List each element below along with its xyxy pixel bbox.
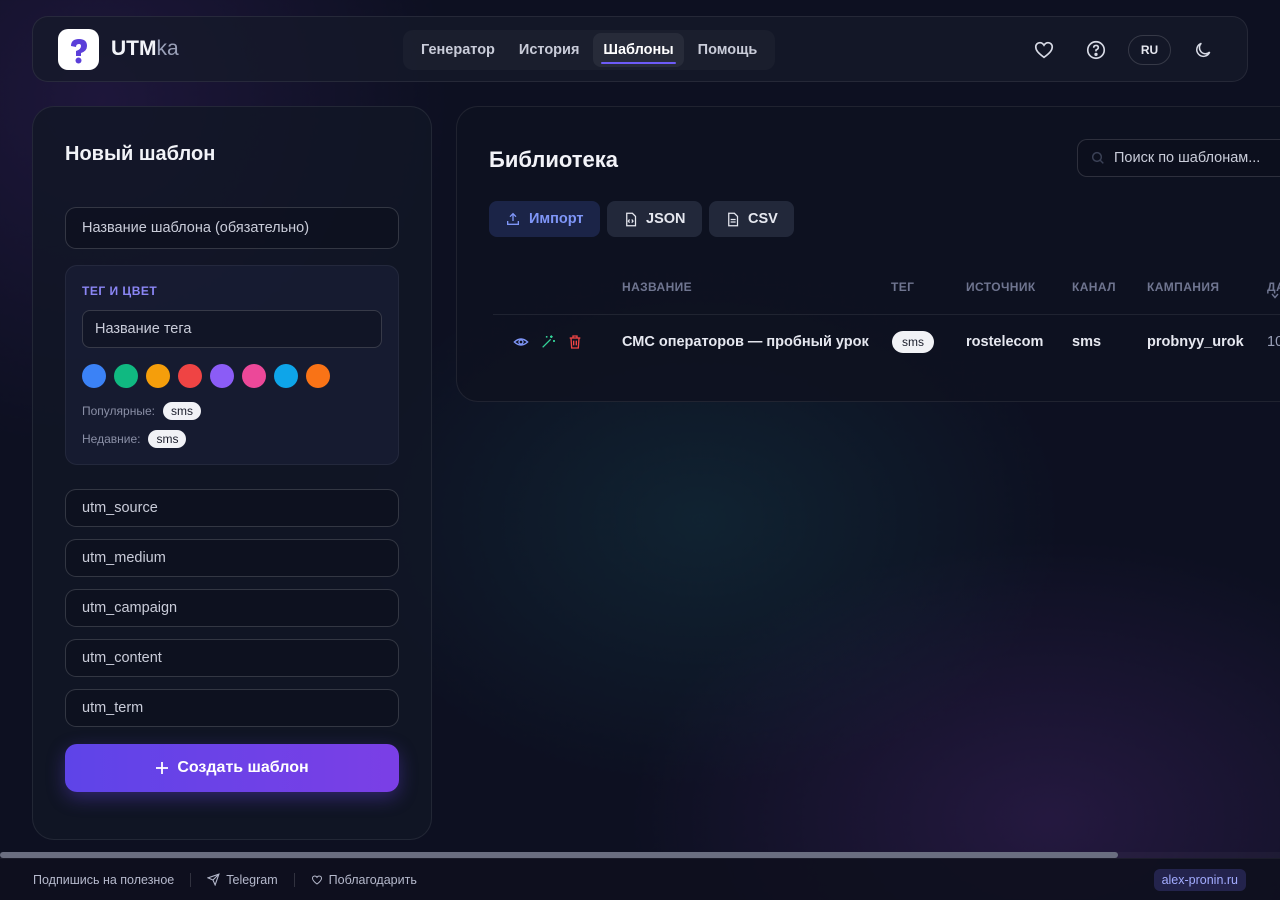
- app-name: UTMka: [111, 37, 179, 60]
- color-swatch-amber[interactable]: [146, 364, 170, 388]
- color-swatch-orange[interactable]: [306, 364, 330, 388]
- color-swatch-blue[interactable]: [82, 364, 106, 388]
- language-switch[interactable]: RU: [1128, 35, 1171, 65]
- color-swatch-violet[interactable]: [210, 364, 234, 388]
- column-header-channel[interactable]: КАНАЛ: [1072, 280, 1116, 294]
- utm-source-input[interactable]: utm_source: [65, 489, 399, 527]
- file-spreadsheet-icon: [728, 212, 739, 226]
- color-swatch-green[interactable]: [114, 364, 138, 388]
- utm-term-input[interactable]: utm_term: [65, 689, 399, 727]
- telegram-link[interactable]: Telegram: [207, 873, 278, 887]
- popular-tag-chip[interactable]: sms: [162, 402, 201, 420]
- color-swatch-sky[interactable]: [274, 364, 298, 388]
- nav-help[interactable]: Помощь: [688, 33, 768, 67]
- tag-section-heading: ТЕГ И ЦВЕТ: [82, 284, 158, 298]
- export-json-button[interactable]: JSON: [607, 201, 702, 237]
- column-header-tag[interactable]: ТЕГ: [891, 280, 914, 294]
- utm-content-input[interactable]: utm_content: [65, 639, 399, 677]
- color-swatch-red[interactable]: [178, 364, 202, 388]
- popular-tags-label: Популярные:: [82, 404, 155, 418]
- magic-wand-icon[interactable]: [540, 334, 556, 350]
- template-search-input[interactable]: Поиск по шаблонам...: [1077, 139, 1280, 177]
- create-template-button[interactable]: Создать шаблон: [65, 744, 399, 792]
- import-button[interactable]: Импорт: [489, 201, 600, 237]
- tag-name-input[interactable]: Название тега: [82, 310, 382, 348]
- thanks-link[interactable]: Поблагодарить: [311, 873, 417, 887]
- theme-toggle[interactable]: [1191, 38, 1215, 62]
- author-site-link[interactable]: alex-pronin.ru: [1153, 869, 1246, 891]
- new-template-panel: Новый шаблон Название шаблона (обязатель…: [32, 106, 432, 840]
- utm-medium-input[interactable]: utm_medium: [65, 539, 399, 577]
- column-header-source[interactable]: ИСТОЧНИК: [966, 280, 1036, 294]
- heart-icon: [1034, 41, 1054, 59]
- eye-icon[interactable]: [513, 334, 529, 350]
- row-source: rostelecom: [966, 334, 1044, 350]
- trash-icon[interactable]: [567, 334, 583, 350]
- new-template-title: Новый шаблон: [65, 143, 216, 165]
- nav-generator[interactable]: Генератор: [411, 33, 505, 67]
- template-name-input[interactable]: Название шаблона (обязательно): [65, 207, 399, 249]
- logo[interactable]: [58, 29, 99, 70]
- color-swatches: [82, 364, 330, 388]
- utm-campaign-input[interactable]: utm_campaign: [65, 589, 399, 627]
- color-swatch-pink[interactable]: [242, 364, 266, 388]
- subscribe-link[interactable]: Подпишись на полезное: [33, 873, 174, 887]
- footer-divider: [190, 872, 192, 887]
- favorites-button[interactable]: [1032, 38, 1056, 62]
- footer: Подпишись на полезное Telegram Поблагода…: [0, 858, 1280, 900]
- search-icon: [1091, 151, 1104, 164]
- recent-tags-row: Недавние: sms: [82, 430, 187, 448]
- recent-tag-chip[interactable]: sms: [148, 430, 187, 448]
- file-code-icon: [626, 212, 637, 226]
- row-channel: sms: [1072, 334, 1102, 350]
- send-icon: [207, 873, 221, 886]
- library-title: Библиотека: [489, 147, 619, 172]
- upload-icon: [507, 212, 519, 225]
- create-template-label: Создать шаблон: [177, 759, 309, 776]
- row-campaign: probnyy_urok: [1147, 334, 1244, 350]
- export-csv-button[interactable]: CSV: [709, 201, 794, 237]
- search-placeholder: Поиск по шаблонам...: [1114, 150, 1261, 166]
- row-name[interactable]: СМС операторов — пробный урок: [622, 334, 869, 350]
- question-circle-icon: [1086, 40, 1106, 60]
- plus-icon: [156, 762, 169, 774]
- json-label: JSON: [646, 211, 686, 227]
- recent-tags-label: Недавние:: [82, 432, 141, 446]
- column-header-date[interactable]: ДА: [1267, 280, 1280, 294]
- table-divider: [493, 314, 1280, 315]
- main-nav: Генератор История Шаблоны Помощь: [403, 30, 775, 70]
- top-header: UTMka Генератор История Шаблоны Помощь R…: [32, 16, 1248, 82]
- footer-divider: [293, 872, 295, 887]
- popular-tags-row: Популярные: sms: [82, 402, 201, 420]
- logo-icon: [70, 38, 87, 63]
- column-header-campaign[interactable]: КАМПАНИЯ: [1147, 280, 1219, 294]
- row-date: 10: [1267, 334, 1280, 350]
- row-actions: [513, 334, 583, 350]
- import-label: Импорт: [529, 211, 584, 227]
- library-panel: Библиотека Поиск по шаблонам... Импорт J…: [456, 106, 1280, 402]
- nav-templates[interactable]: Шаблоны: [593, 33, 684, 67]
- heart-icon: [311, 874, 322, 885]
- help-button[interactable]: [1084, 38, 1108, 62]
- column-header-name[interactable]: НАЗВАНИЕ: [622, 280, 692, 294]
- nav-history[interactable]: История: [509, 33, 590, 67]
- tag-color-section: ТЕГ И ЦВЕТ Название тега Популярные: sms…: [65, 265, 399, 465]
- sort-chevron-icon[interactable]: [1271, 293, 1279, 299]
- csv-label: CSV: [748, 211, 778, 227]
- row-tag-badge: sms: [892, 331, 934, 353]
- moon-icon: [1196, 42, 1211, 58]
